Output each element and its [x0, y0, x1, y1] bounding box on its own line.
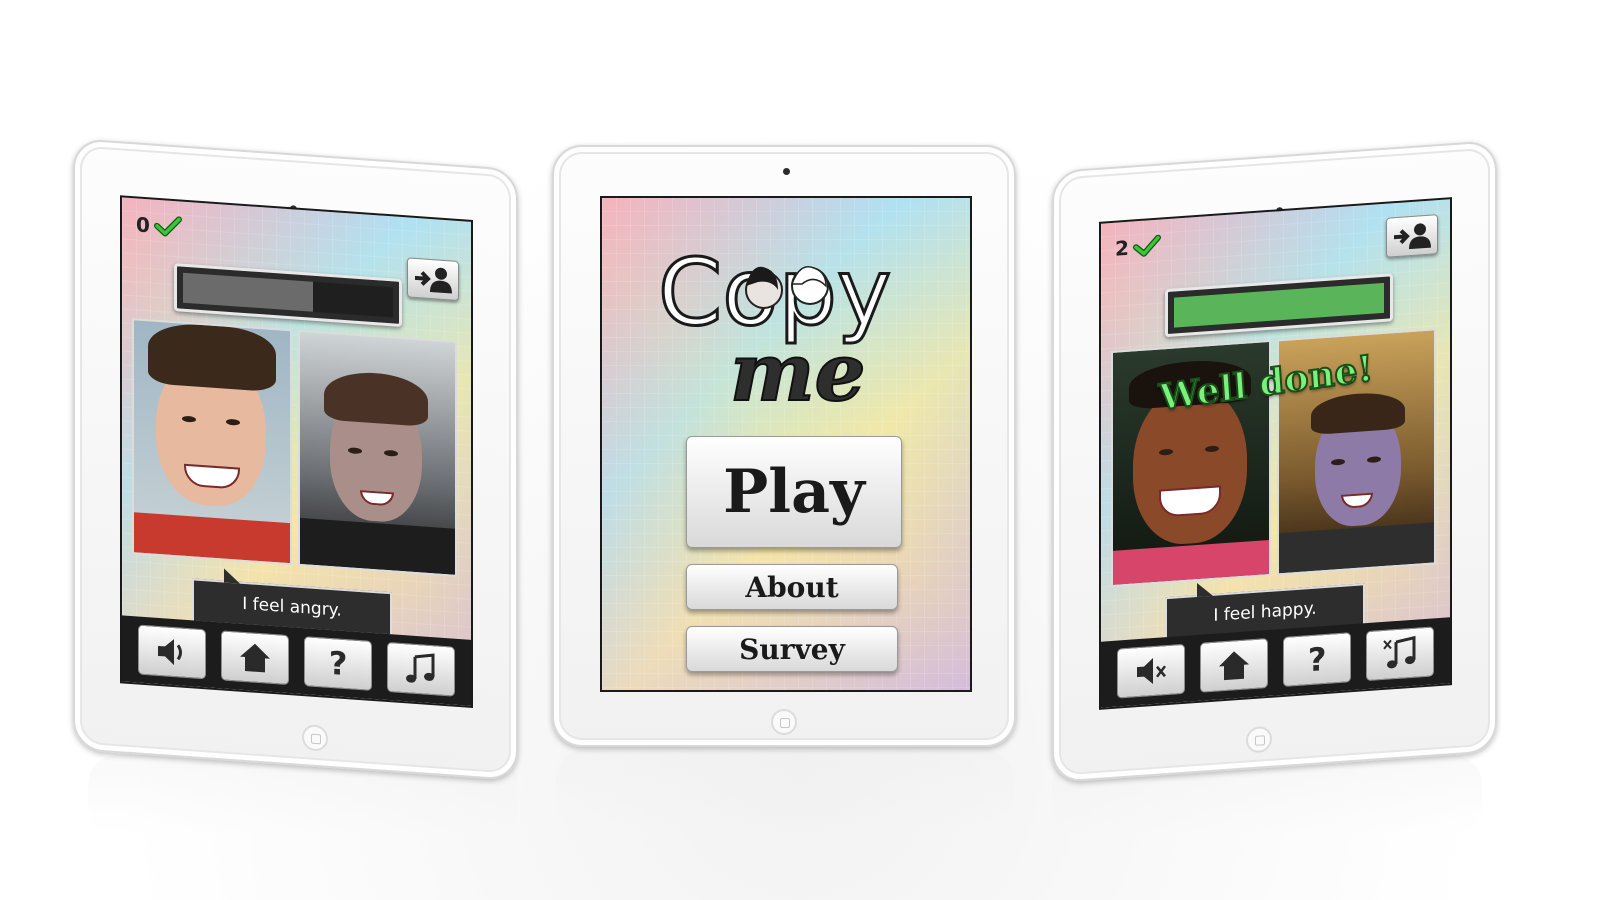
- music-button[interactable]: [387, 641, 456, 697]
- switch-player-icon: [415, 267, 452, 294]
- music-muted-icon: [1383, 635, 1416, 669]
- match-progress-bar: [1165, 273, 1393, 338]
- home-button[interactable]: [1199, 638, 1268, 693]
- switch-player-button[interactable]: [407, 257, 459, 301]
- home-icon: [239, 643, 270, 673]
- check-icon: [1132, 234, 1161, 257]
- photo-pair: Well done!: [1111, 328, 1436, 587]
- score-counter: 2: [1115, 234, 1161, 261]
- player-face-photo: [297, 329, 457, 577]
- sound-button[interactable]: [137, 624, 206, 680]
- home-button[interactable]: [220, 630, 289, 686]
- score-counter: 0: [136, 212, 182, 239]
- match-progress-bar: [174, 263, 402, 328]
- right-device: 2 Well done! I feel happy. ?: [1052, 140, 1497, 784]
- help-button[interactable]: ?: [1283, 632, 1352, 687]
- center-camera: [783, 168, 790, 175]
- about-button[interactable]: About: [686, 564, 898, 610]
- center-device-reflection: [556, 750, 1014, 830]
- progress-fill: [1174, 282, 1384, 328]
- photo-pair: [132, 318, 457, 577]
- progress-fill: [183, 272, 314, 312]
- speaker-muted-icon: [1136, 658, 1166, 685]
- left-screen: 0 I feel angry. ?: [120, 195, 473, 708]
- score-value: 0: [136, 212, 150, 238]
- music-button[interactable]: [1366, 626, 1435, 682]
- svg-text:me: me: [730, 325, 866, 408]
- left-toolbar: ?: [122, 615, 471, 706]
- play-button[interactable]: Play: [686, 436, 902, 548]
- center-hardware-home-button[interactable]: [771, 709, 797, 735]
- left-hardware-home-button[interactable]: [302, 724, 328, 752]
- progress-track: [183, 272, 393, 318]
- survey-button[interactable]: Survey: [686, 626, 898, 672]
- center-screen: Copy me Play About Survey: [600, 196, 972, 692]
- center-device: Copy me Play About Survey: [552, 145, 1016, 747]
- home-icon: [1218, 651, 1249, 681]
- music-note-icon: [406, 653, 435, 683]
- stage: 0 I feel angry. ? me Play About Survey 2…: [0, 0, 1600, 900]
- switch-player-icon: [1394, 223, 1431, 250]
- right-hardware-home-button[interactable]: [1246, 725, 1272, 754]
- switch-player-button[interactable]: [1386, 214, 1438, 258]
- help-button[interactable]: ?: [304, 636, 373, 691]
- target-face-photo: [132, 318, 292, 566]
- score-value: 2: [1115, 235, 1129, 261]
- copyme-logo: Copy me: [657, 238, 893, 408]
- right-toolbar: ?: [1101, 617, 1450, 708]
- speaker-icon: [157, 639, 182, 666]
- check-icon: [153, 216, 182, 237]
- sound-button[interactable]: [1116, 643, 1185, 699]
- progress-track: [1174, 282, 1384, 328]
- right-screen: 2 Well done! I feel happy. ?: [1099, 197, 1452, 710]
- left-device: 0 I feel angry. ?: [73, 138, 518, 782]
